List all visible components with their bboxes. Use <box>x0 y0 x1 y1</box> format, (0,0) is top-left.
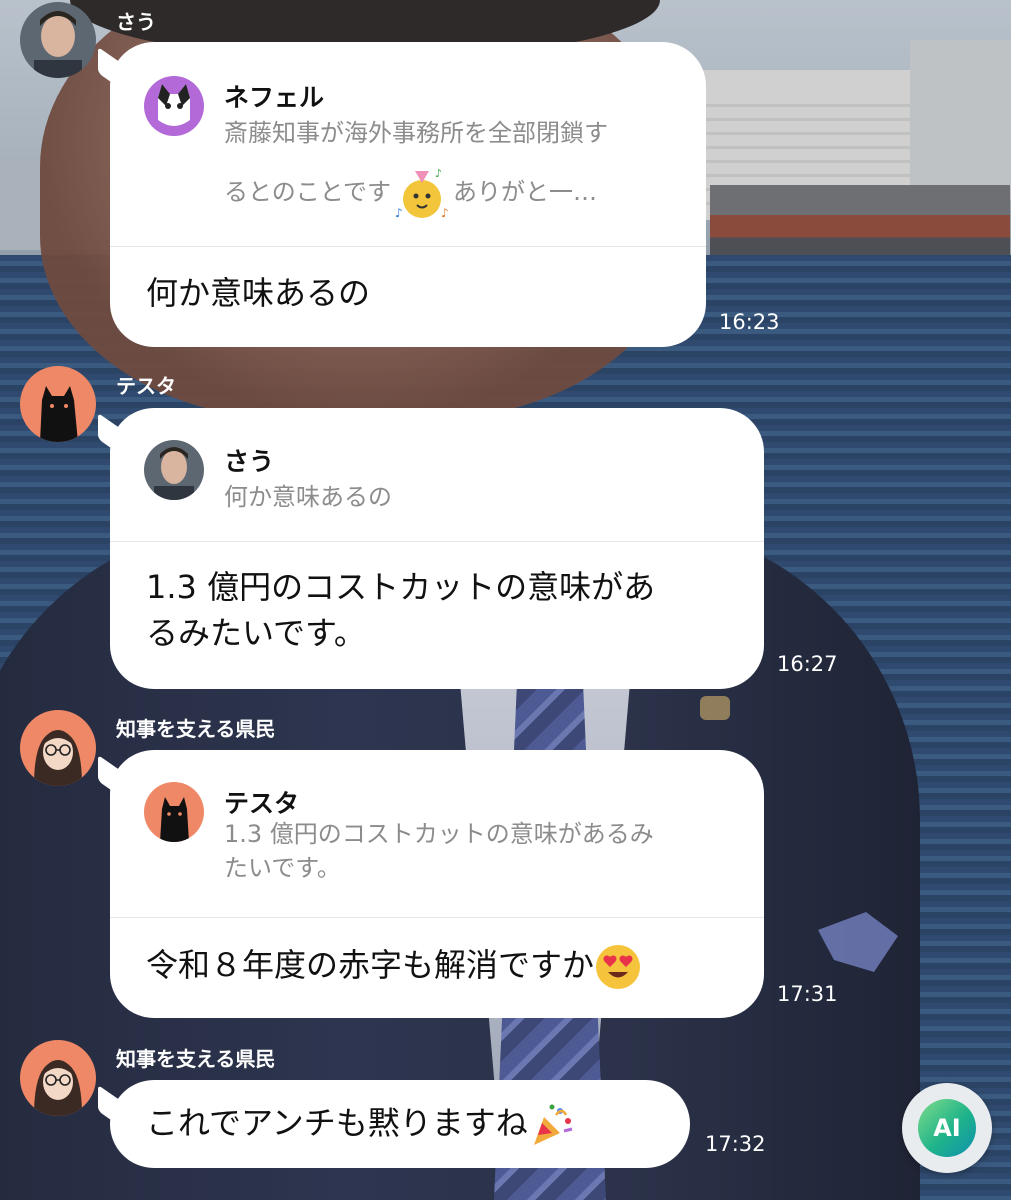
party-sticker-icon: ♪ ♪ ♪ <box>391 165 453 221</box>
svg-text:♪: ♪ <box>435 167 442 180</box>
sender-name: 知事を支える県民 <box>116 717 276 741</box>
reply-sender-name: テスタ <box>224 789 300 818</box>
message-timestamp: 16:27 <box>777 652 838 676</box>
sender-avatar-resident[interactable] <box>20 1040 96 1116</box>
message-text: これでアンチも黙りますね <box>146 1100 576 1149</box>
message-timestamp: 17:32 <box>705 1132 766 1156</box>
sender-name: テスタ <box>116 374 176 398</box>
reply-avatar-testa <box>144 782 204 842</box>
reply-preview-text: 何か意味あるの <box>224 483 392 511</box>
reply-avatar-sau <box>144 440 204 500</box>
svg-text:♪: ♪ <box>441 206 449 220</box>
message-bubble[interactable]: テスタ 1.3 億円のコストカットの意味があるみ たいです。 令和８年度の赤字も… <box>110 750 764 1018</box>
message-text: 何か意味あるの <box>146 274 371 312</box>
message-text: 1.3 億円のコストカットの意味があ るみたいです。 <box>146 568 656 652</box>
ai-assistant-button[interactable]: AI <box>902 1083 992 1173</box>
sender-name: 知事を支える県民 <box>116 1047 276 1071</box>
reply-avatar-nefel <box>144 76 204 136</box>
heart-eyes-emoji-icon <box>594 943 642 991</box>
party-popper-emoji-icon <box>528 1101 576 1149</box>
message-bubble[interactable]: ネフェル 斎藤知事が海外事務所を全部閉鎖す るとのことです ♪ ♪ ♪ ありがと一… 何… <box>110 42 706 347</box>
message-text: 令和８年度の赤字も解消ですか <box>146 942 642 991</box>
message-timestamp: 17:31 <box>777 982 838 1006</box>
sender-name: さう <box>116 10 156 34</box>
message-bubble[interactable]: これでアンチも黙りますね <box>110 1080 690 1168</box>
message-timestamp: 16:23 <box>719 310 780 334</box>
sender-avatar-testa[interactable] <box>20 366 96 442</box>
svg-text:♪: ♪ <box>395 206 403 220</box>
message-bubble[interactable]: さう 何か意味あるの 1.3 億円のコストカットの意味があ るみたいです。 <box>110 408 764 689</box>
sender-avatar-sau[interactable] <box>20 2 96 78</box>
chat-message-list: さう ネフェル 斎藤知事が海外事務所を全部閉鎖す るとのことです ♪ ♪ ♪ ありがと一… <box>0 0 1011 1200</box>
sender-avatar-resident[interactable] <box>20 710 96 786</box>
ai-icon: AI <box>918 1099 976 1157</box>
reply-preview-text: 斎藤知事が海外事務所を全部閉鎖す るとのことです ♪ ♪ ♪ ありがと一… <box>224 119 608 221</box>
reply-preview-text: 1.3 億円のコストカットの意味があるみ たいです。 <box>224 820 654 882</box>
